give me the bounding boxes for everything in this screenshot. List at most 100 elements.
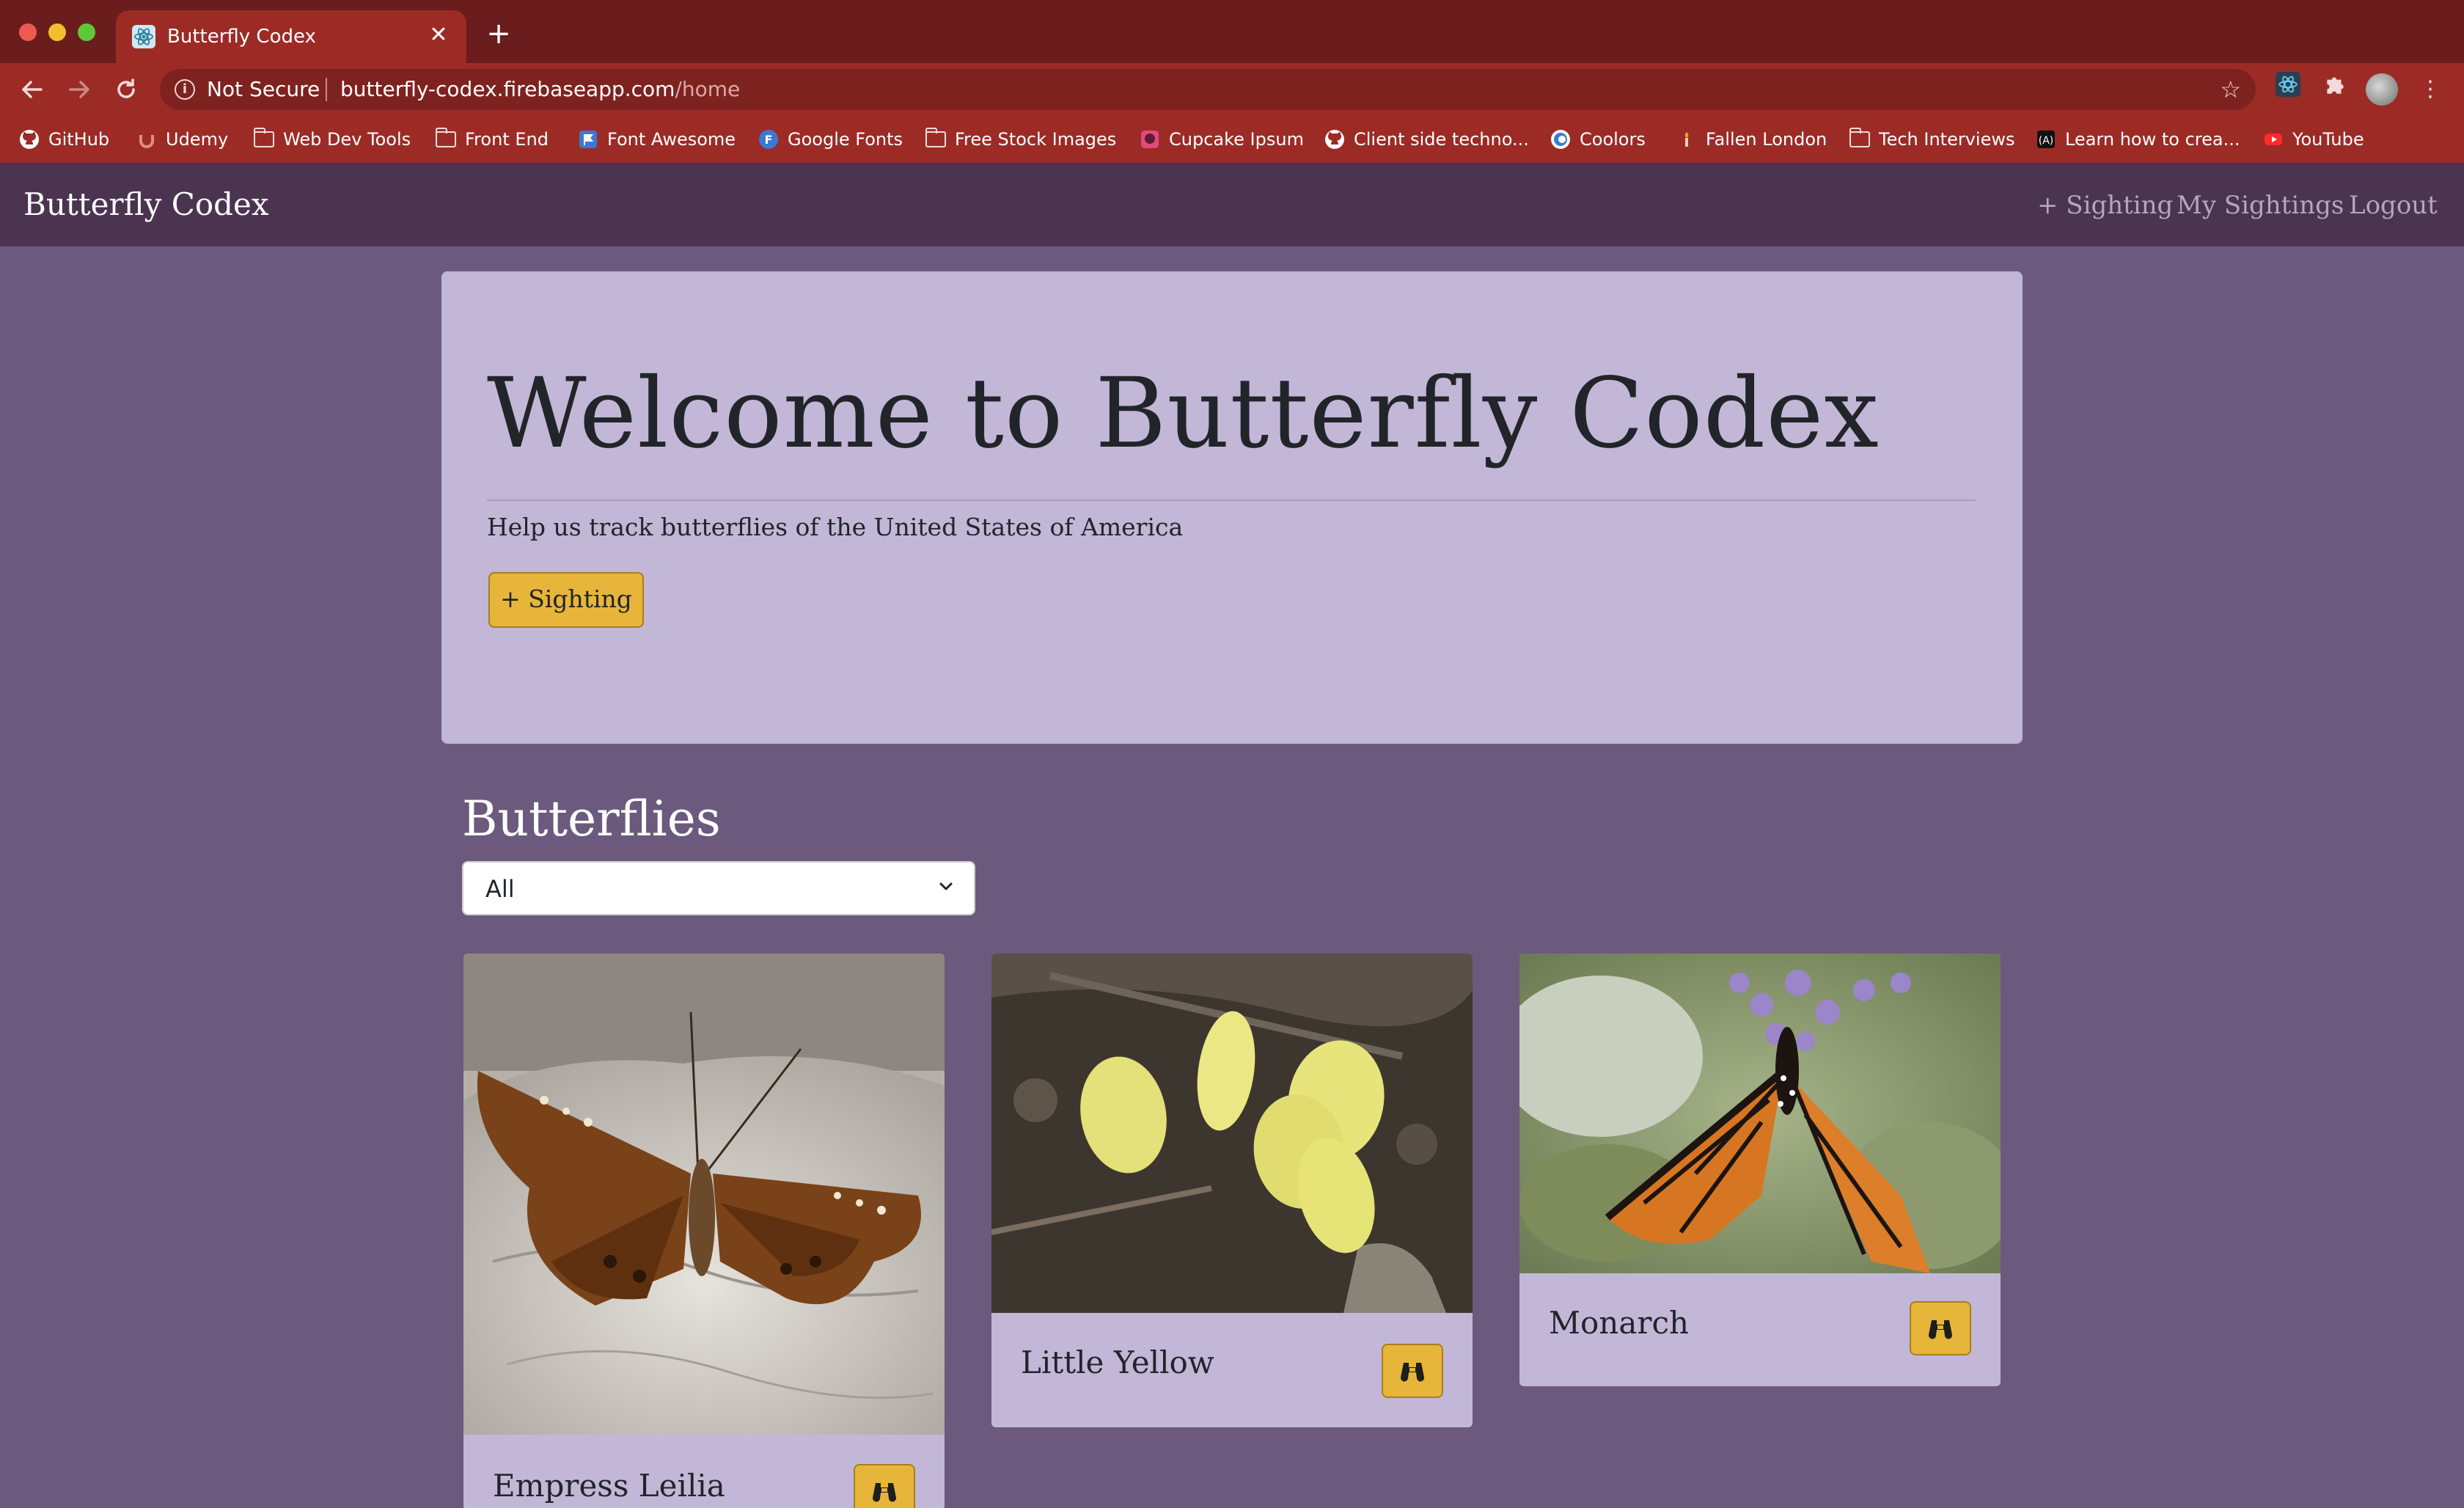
folder-icon — [925, 128, 946, 150]
minimize-window-button[interactable] — [48, 23, 66, 41]
bookmark-star-icon[interactable]: ☆ — [2220, 75, 2241, 104]
divider — [487, 499, 1976, 501]
close-tab-icon[interactable]: ✕ — [424, 21, 453, 50]
butterfly-photo[interactable] — [991, 954, 1473, 1313]
divider — [326, 78, 327, 101]
bookmark-label: Front End — [465, 129, 549, 150]
bookmark-item[interactable]: Front End — [436, 126, 549, 153]
view-sighting-button[interactable] — [854, 1464, 915, 1508]
tab-title: Butterfly Codex — [167, 26, 316, 48]
bookmark-label: Web Dev Tools — [283, 129, 411, 150]
coolors-icon — [1550, 129, 1571, 150]
hero-subtitle: Help us track butterflies of the United … — [487, 513, 1184, 541]
new-tab-button[interactable]: + — [484, 19, 513, 48]
bookmark-item[interactable]: (A) Learn how to crea... — [2036, 126, 2240, 153]
bookmark-item[interactable]: Client side techno... — [1324, 126, 1529, 153]
reload-icon — [117, 78, 135, 98]
bookmark-label: Learn how to crea... — [2065, 129, 2240, 150]
page-title: Welcome to Butterfly Codex — [487, 357, 1880, 470]
svg-text:F: F — [765, 133, 773, 147]
bookmark-item[interactable]: YouTube — [2263, 126, 2364, 153]
butterfly-photo[interactable] — [1519, 954, 2001, 1273]
bookmarks-bar: GitHub Udemy Web Dev Tools Front End Font Aw… — [0, 116, 2464, 163]
filter-selected-value: All — [485, 875, 515, 903]
flag-icon — [578, 129, 598, 150]
butterfly-name: Monarch — [1549, 1305, 1690, 1341]
bookmark-item[interactable]: Cupcake Ipsum — [1140, 126, 1304, 153]
tab-strip: Butterfly Codex ✕ + — [0, 0, 2464, 63]
tab-butterfly-codex[interactable]: Butterfly Codex ✕ — [116, 10, 466, 63]
nav-add-sighting-link[interactable]: + Sighting — [2037, 189, 2173, 222]
security-label: Not Secure — [207, 77, 320, 101]
cupcake-icon — [1140, 129, 1160, 150]
bookmark-item[interactable]: Coolors — [1550, 126, 1646, 153]
chevron-down-icon — [931, 874, 961, 904]
bookmark-label: Fallen London — [1706, 129, 1827, 150]
bookmark-label: Google Fonts — [788, 129, 903, 150]
bookmark-label: Udemy — [166, 129, 229, 150]
url-text: butterfly-codex.firebaseapp.com/home — [340, 76, 740, 103]
bookmark-item[interactable]: Tech Interviews — [1849, 126, 2014, 153]
folder-icon — [436, 128, 456, 150]
butterfly-card-little-yellow[interactable]: Little Yellow — [991, 954, 1473, 1427]
bookmark-label: Client side techno... — [1354, 129, 1529, 150]
react-devtools-icon[interactable] — [2270, 72, 2306, 107]
address-bar[interactable]: i Not Secure butterfly-codex.firebaseapp… — [160, 69, 2256, 110]
butterfly-card-monarch[interactable]: Monarch — [1519, 954, 2001, 1386]
binoculars-icon — [1928, 1320, 1953, 1339]
butterfly-name: Little Yellow — [1021, 1344, 1214, 1380]
bookmark-item[interactable]: Font Awesome — [578, 126, 736, 153]
bookmark-item[interactable]: Udemy — [136, 126, 228, 153]
menu-kebab-icon[interactable]: ⋮ — [2413, 72, 2448, 107]
welcome-jumbotron: Welcome to Butterfly Codex Help us track… — [441, 271, 2023, 744]
bookmark-item[interactable]: Web Dev Tools — [254, 126, 411, 153]
folder-icon — [1849, 128, 1870, 150]
view-sighting-button[interactable] — [1382, 1344, 1443, 1398]
butterfly-filter-select[interactable]: All — [462, 861, 975, 915]
folder-icon — [254, 128, 274, 150]
bookmark-item[interactable]: GitHub — [19, 126, 109, 153]
bookmark-label: YouTube — [2292, 129, 2364, 150]
svg-text:(A): (A) — [2039, 135, 2054, 147]
github-icon — [19, 129, 40, 150]
profile-avatar[interactable] — [2366, 73, 2398, 106]
butterfly-photo[interactable] — [463, 954, 945, 1435]
reload-button[interactable] — [109, 72, 144, 107]
udemy-icon — [136, 129, 157, 150]
info-icon[interactable]: i — [175, 79, 195, 100]
close-window-button[interactable] — [19, 23, 37, 41]
angular-icon: (A) — [2036, 129, 2056, 150]
extensions-puzzle-icon[interactable] — [2317, 72, 2353, 107]
react-icon — [132, 25, 155, 48]
maximize-window-button[interactable] — [78, 23, 95, 41]
forward-button[interactable] — [62, 72, 97, 107]
youtube-icon — [2263, 129, 2284, 150]
view-sighting-button[interactable] — [1910, 1301, 1971, 1355]
react-devtools-svg — [2276, 72, 2300, 97]
arrow-right-icon — [69, 81, 89, 98]
github-icon — [1324, 129, 1345, 150]
url-path: /home — [675, 77, 741, 101]
google-fonts-icon: F — [758, 129, 779, 150]
bookmark-label: Font Awesome — [607, 129, 736, 150]
brand-link[interactable]: Butterfly Codex — [23, 185, 269, 224]
binoculars-icon — [872, 1483, 897, 1502]
nav-my-sightings-link[interactable]: My Sightings — [2177, 189, 2344, 222]
browser-toolbar: i Not Secure butterfly-codex.firebaseapp… — [0, 63, 2464, 116]
bookmark-item[interactable]: Fallen London — [1676, 126, 1827, 153]
app-navbar: Butterfly Codex + Sighting My Sightings … — [0, 163, 2464, 246]
add-sighting-button[interactable]: + Sighting — [488, 572, 644, 628]
bookmark-label: Coolors — [1580, 129, 1646, 150]
butterfly-name: Empress Leilia — [493, 1468, 725, 1504]
bookmark-label: GitHub — [48, 129, 110, 150]
butterfly-card-empress-leilia[interactable]: Empress Leilia — [463, 954, 945, 1508]
bookmark-label: Tech Interviews — [1879, 129, 2015, 150]
bookmark-item[interactable]: Free Stock Images — [925, 126, 1116, 153]
browser-chrome: Butterfly Codex ✕ + i Not Secure butterf… — [0, 0, 2464, 163]
nav-logout-link[interactable]: Logout — [2349, 189, 2438, 222]
puzzle-svg — [2327, 77, 2344, 94]
butterflies-heading: Butterflies — [462, 791, 721, 847]
bookmark-item[interactable]: F Google Fonts — [758, 126, 903, 153]
bookmark-label: Cupcake Ipsum — [1169, 129, 1304, 150]
back-button[interactable] — [15, 72, 50, 107]
